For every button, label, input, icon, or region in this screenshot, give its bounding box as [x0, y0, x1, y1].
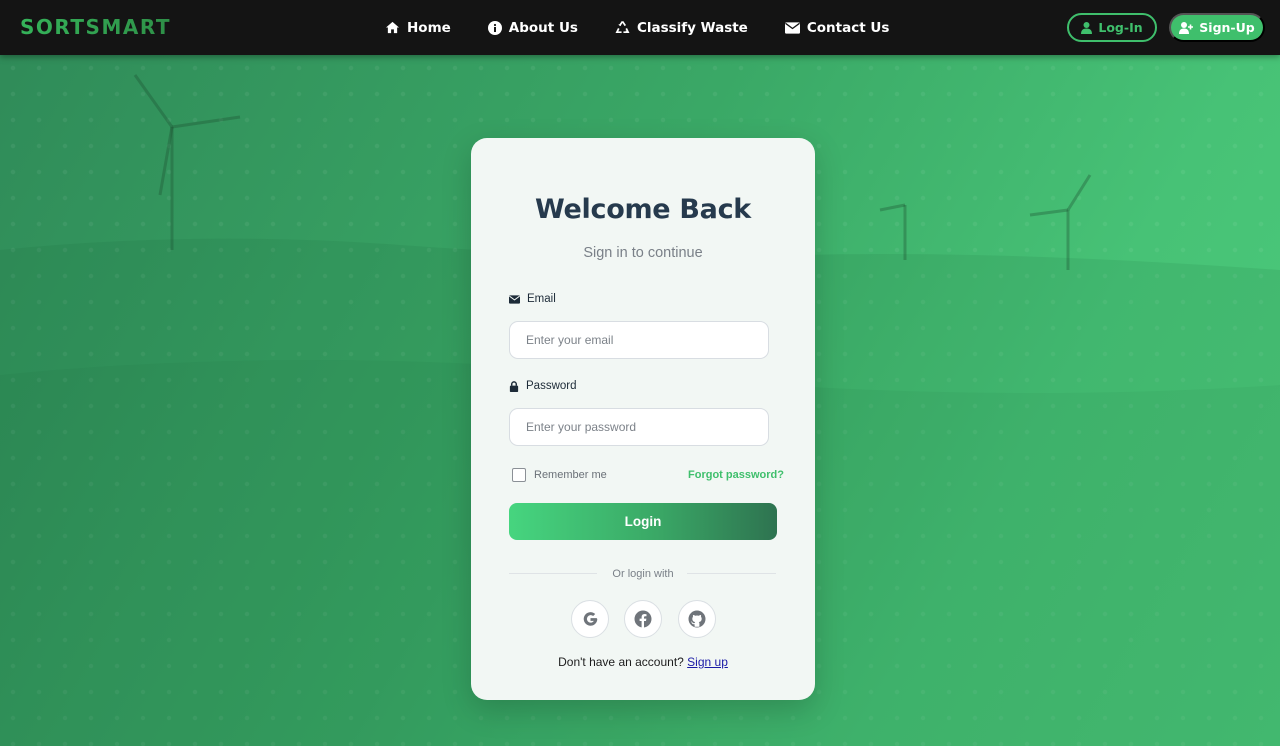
- password-field[interactable]: [509, 408, 769, 446]
- nav-login-button[interactable]: Log-In: [1067, 13, 1157, 42]
- nav-signup-button[interactable]: Sign-Up: [1169, 13, 1265, 42]
- google-login-button[interactable]: [571, 600, 609, 638]
- nav-link-contact[interactable]: Contact Us: [784, 19, 890, 36]
- remember-me-option[interactable]: Remember me: [512, 468, 607, 482]
- user-icon: [1081, 21, 1093, 34]
- nav-link-home[interactable]: Home: [385, 20, 451, 36]
- nav-link-about[interactable]: About Us: [487, 19, 578, 36]
- forgot-password-link[interactable]: Forgot password?: [688, 469, 784, 481]
- email-field[interactable]: [509, 321, 769, 359]
- nav-signup-label: Sign-Up: [1199, 20, 1255, 35]
- lock-icon: [509, 380, 519, 392]
- recycle-icon: [615, 20, 630, 34]
- github-login-button[interactable]: [678, 600, 716, 638]
- envelope-icon: [509, 294, 520, 304]
- github-icon: [688, 610, 706, 628]
- brand-logo[interactable]: SORTSMART: [20, 15, 171, 39]
- email-label: Email: [509, 293, 556, 305]
- nav-login-label: Log-In: [1098, 20, 1143, 35]
- divider-text: Or login with: [612, 568, 674, 580]
- remember-me-label: Remember me: [534, 469, 607, 481]
- nav-links: Home About Us Classify Waste Contact Us: [385, 0, 926, 55]
- info-icon: [487, 20, 502, 35]
- page-title: Welcome Back: [535, 194, 751, 225]
- password-label-text: Password: [526, 380, 577, 392]
- login-card: Welcome Back Sign in to continue Email P…: [471, 138, 815, 700]
- page-subtitle: Sign in to continue: [583, 245, 703, 261]
- facebook-login-button[interactable]: [624, 600, 662, 638]
- email-label-text: Email: [527, 293, 556, 305]
- nav-link-home-label: Home: [407, 19, 451, 36]
- signup-prompt: Don't have an account? Sign up: [471, 655, 815, 669]
- remember-me-checkbox[interactable]: [512, 468, 526, 482]
- signup-prompt-text: Don't have an account?: [558, 655, 684, 669]
- signup-link[interactable]: Sign up: [687, 655, 728, 669]
- user-plus-icon: [1179, 21, 1194, 34]
- nav-link-contact-label: Contact Us: [806, 19, 890, 36]
- nav-link-classify-label: Classify Waste: [636, 19, 748, 36]
- navbar: SORTSMART Home About Us Classify Waste C…: [0, 0, 1280, 55]
- home-icon: [386, 21, 399, 34]
- facebook-icon: [634, 610, 652, 628]
- password-label: Password: [509, 380, 577, 392]
- nav-link-classify[interactable]: Classify Waste: [615, 20, 748, 36]
- envelope-icon: [784, 21, 800, 34]
- login-button[interactable]: Login: [509, 503, 777, 540]
- divider-line-right: [687, 573, 776, 574]
- google-icon: [583, 611, 597, 626]
- nav-link-about-label: About Us: [508, 19, 578, 36]
